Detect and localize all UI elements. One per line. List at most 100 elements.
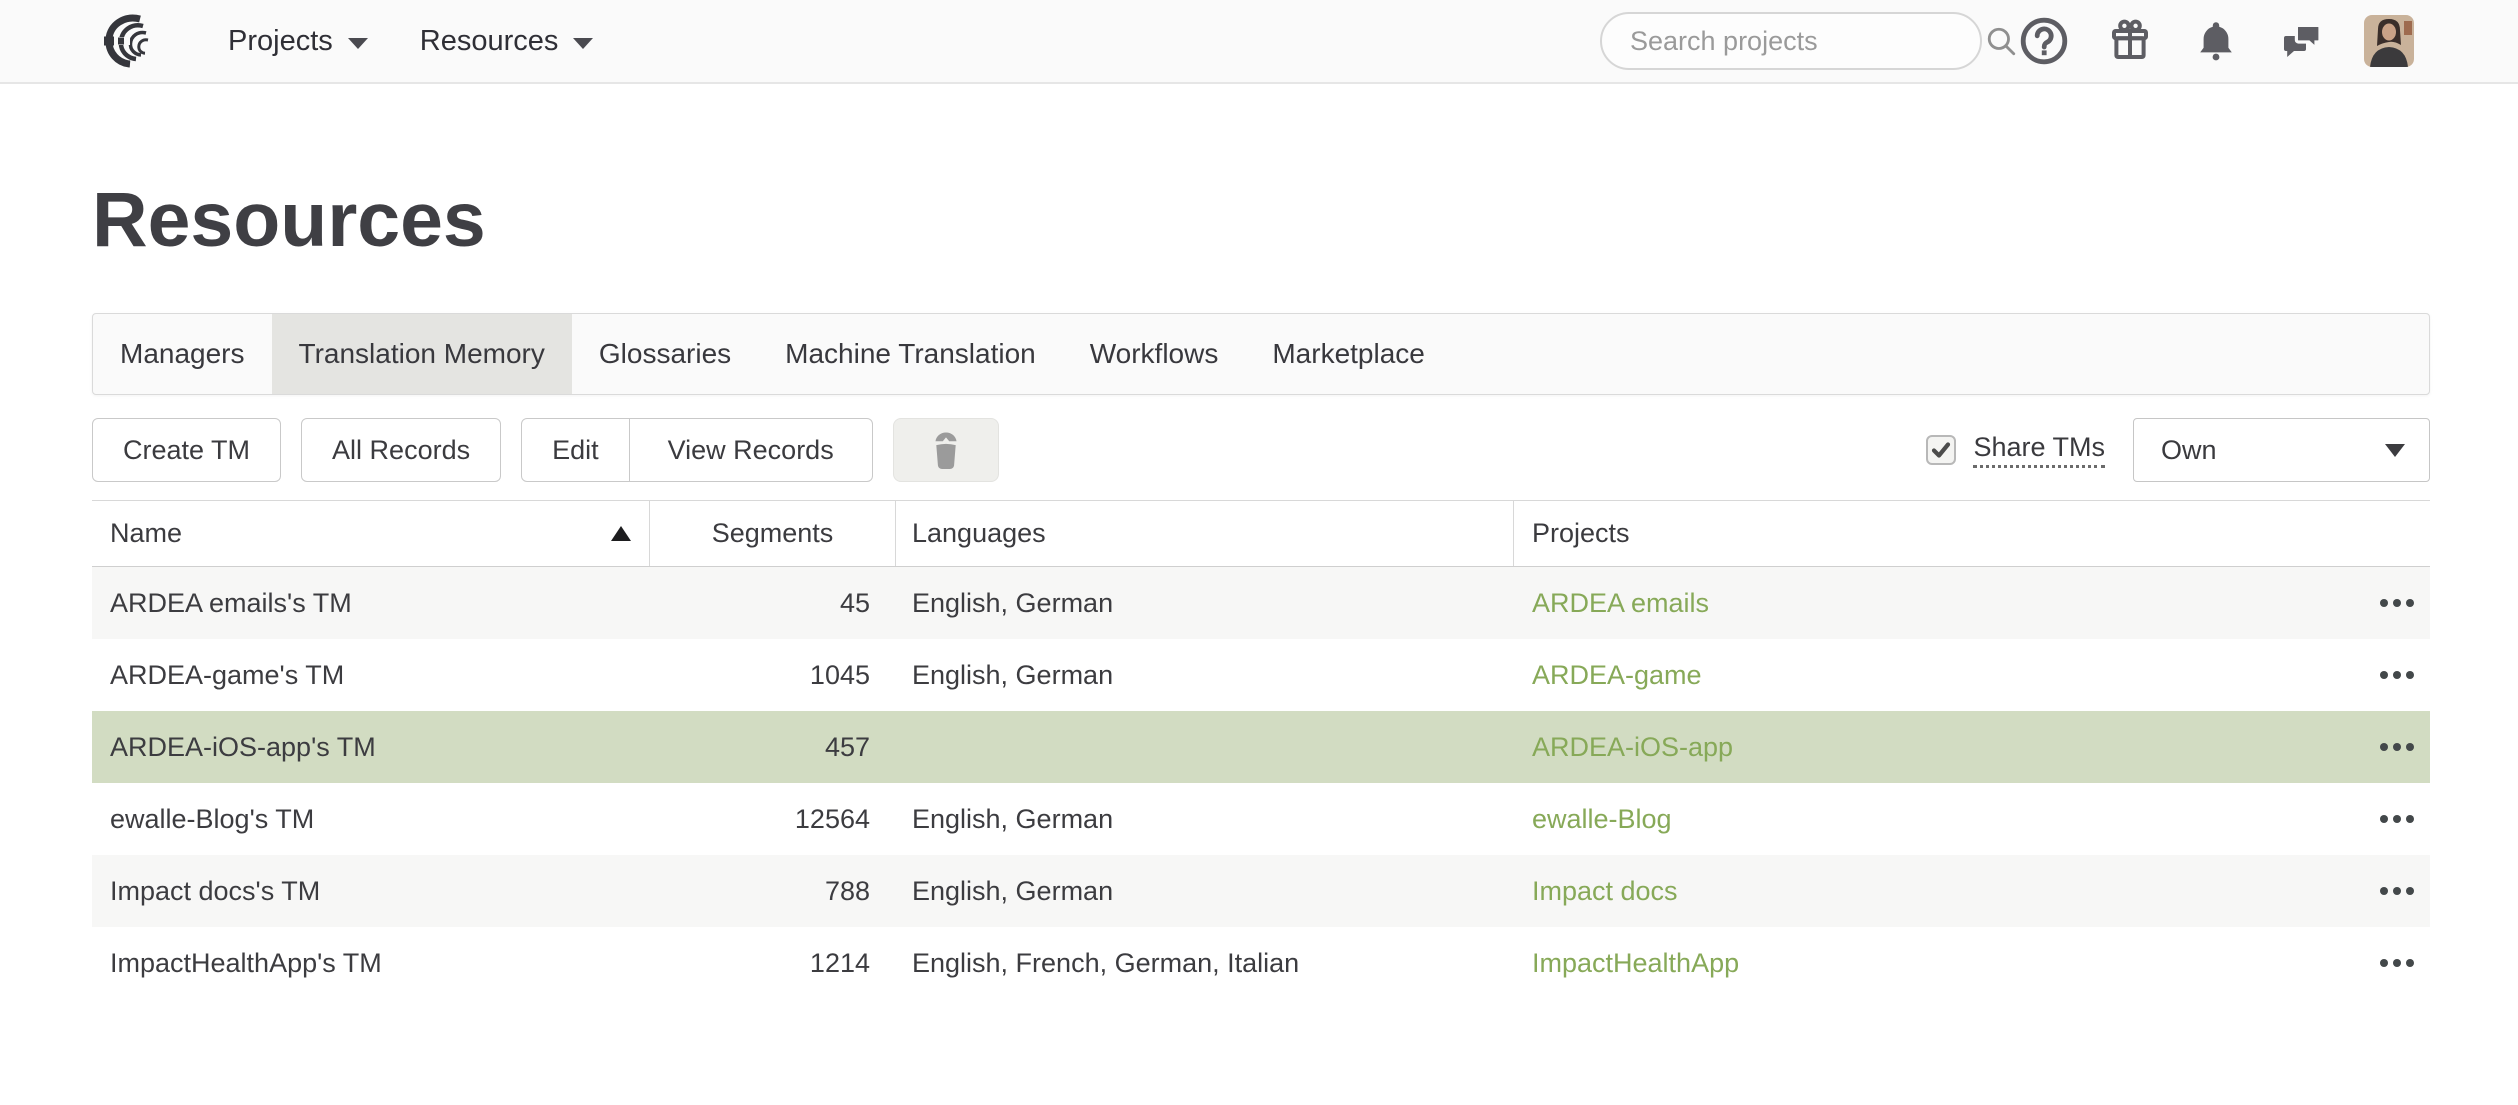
tm-languages: English, German [896, 855, 1514, 927]
help-button[interactable] [2020, 17, 2068, 65]
tm-languages: English, German [896, 783, 1514, 855]
chat-icon [2278, 17, 2326, 65]
tm-languages: English, German [896, 639, 1514, 711]
tab-managers[interactable]: Managers [93, 314, 272, 394]
row-actions-button[interactable] [2380, 949, 2414, 977]
gift-button[interactable] [2106, 17, 2154, 65]
tm-name: Impact docs's TM [92, 855, 650, 927]
create-tm-button[interactable]: Create TM [92, 418, 281, 482]
delete-tm-button[interactable] [893, 418, 999, 482]
row-actions-cell [2360, 711, 2430, 783]
all-records-button[interactable]: All Records [301, 418, 501, 482]
tm-name: ARDEA-game's TM [92, 639, 650, 711]
tab-marketplace[interactable]: Marketplace [1245, 314, 1452, 394]
app-logo-icon[interactable] [96, 11, 162, 71]
top-navigation-bar: Projects Resources [0, 0, 2518, 84]
search-projects-input[interactable] [1630, 26, 1984, 57]
avatar-photo [2364, 15, 2414, 67]
sort-ascending-icon [611, 526, 631, 541]
project-link[interactable]: ewalle-Blog [1532, 804, 1672, 835]
user-avatar[interactable] [2364, 15, 2414, 67]
tm-project-cell: ARDEA-iOS-app [1514, 711, 2360, 783]
tm-name: ewalle-Blog's TM [92, 783, 650, 855]
column-header-languages[interactable]: Languages [896, 501, 1514, 566]
edit-button[interactable]: Edit [521, 418, 630, 482]
tab-glossaries[interactable]: Glossaries [572, 314, 758, 394]
table-row[interactable]: ImpactHealthApp's TM 1214 English, Frenc… [92, 927, 2430, 999]
project-link[interactable]: ARDEA-iOS-app [1532, 732, 1733, 763]
tm-segments: 457 [650, 711, 896, 783]
row-actions-cell [2360, 783, 2430, 855]
row-actions-button[interactable] [2380, 733, 2414, 761]
toolbar-right-cluster: Share TMs Own [1926, 418, 2430, 482]
search-icon [1984, 24, 2018, 58]
nav-projects-label: Projects [228, 25, 333, 58]
tm-project-cell: ARDEA-game [1514, 639, 2360, 711]
checkmark-icon [1929, 438, 1953, 462]
resources-tab-bar: Managers Translation Memory Glossaries M… [92, 313, 2430, 395]
column-header-segments[interactable]: Segments [650, 501, 896, 566]
chevron-down-icon [2385, 444, 2405, 457]
nav-resources-label: Resources [420, 25, 559, 58]
project-link[interactable]: ARDEA-game [1532, 660, 1702, 691]
row-actions-button[interactable] [2380, 877, 2414, 905]
tm-project-cell: ARDEA emails [1514, 567, 2360, 639]
column-header-projects[interactable]: Projects [1514, 501, 2430, 566]
share-tms-checkbox[interactable] [1926, 435, 1956, 465]
view-records-button[interactable]: View Records [629, 418, 873, 482]
trash-icon [926, 429, 966, 471]
column-header-name[interactable]: Name [92, 501, 650, 566]
project-link[interactable]: Impact docs [1532, 876, 1678, 907]
table-row[interactable]: ARDEA-game's TM 1045 English, German ARD… [92, 639, 2430, 711]
tm-toolbar: Create TM All Records Edit View Records … [92, 418, 2430, 482]
tm-languages: English, French, German, Italian [896, 927, 1514, 999]
tm-scope-select[interactable]: Own [2133, 418, 2430, 482]
tab-machine-translation[interactable]: Machine Translation [758, 314, 1063, 394]
row-actions-cell [2360, 567, 2430, 639]
row-actions-cell [2360, 927, 2430, 999]
row-actions-cell [2360, 639, 2430, 711]
tm-languages [896, 711, 1514, 783]
table-row[interactable]: ARDEA emails's TM 45 English, German ARD… [92, 567, 2430, 639]
records-button-group: Edit View Records [521, 418, 873, 482]
row-actions-cell [2360, 855, 2430, 927]
tm-segments: 1045 [650, 639, 896, 711]
chevron-down-icon [573, 38, 593, 49]
table-row[interactable]: Impact docs's TM 788 English, German Imp… [92, 855, 2430, 927]
notifications-button[interactable] [2192, 17, 2240, 65]
help-icon [2020, 17, 2068, 65]
tm-segments: 12564 [650, 783, 896, 855]
tm-name: ImpactHealthApp's TM [92, 927, 650, 999]
tab-workflows[interactable]: Workflows [1063, 314, 1246, 394]
tm-segments: 45 [650, 567, 896, 639]
tm-table: Name Segments Languages Projects ARDEA e… [92, 500, 2430, 999]
table-row-selected[interactable]: ARDEA-iOS-app's TM 457 ARDEA-iOS-app [92, 711, 2430, 783]
tm-segments: 788 [650, 855, 896, 927]
tm-project-cell: ewalle-Blog [1514, 783, 2360, 855]
tm-segments: 1214 [650, 927, 896, 999]
row-actions-button[interactable] [2380, 805, 2414, 833]
row-actions-button[interactable] [2380, 661, 2414, 689]
chat-button[interactable] [2278, 17, 2326, 65]
nav-projects-menu[interactable]: Projects [228, 25, 368, 58]
row-actions-button[interactable] [2380, 589, 2414, 617]
tm-project-cell: ImpactHealthApp [1514, 927, 2360, 999]
tm-project-cell: Impact docs [1514, 855, 2360, 927]
share-tms-label[interactable]: Share TMs [1973, 432, 2105, 468]
nav-resources-menu[interactable]: Resources [420, 25, 594, 58]
tm-table-header: Name Segments Languages Projects [92, 500, 2430, 567]
search-projects-box[interactable] [1600, 12, 1982, 70]
project-link[interactable]: ARDEA emails [1532, 588, 1709, 619]
topbar-right-cluster [1600, 12, 2414, 70]
page-title: Resources [92, 182, 2430, 259]
gift-icon [2106, 17, 2154, 65]
tm-languages: English, German [896, 567, 1514, 639]
tm-scope-value: Own [2161, 435, 2217, 466]
tab-translation-memory[interactable]: Translation Memory [272, 314, 572, 394]
tm-name: ARDEA-iOS-app's TM [92, 711, 650, 783]
table-row[interactable]: ewalle-Blog's TM 12564 English, German e… [92, 783, 2430, 855]
project-link[interactable]: ImpactHealthApp [1532, 948, 1739, 979]
tm-name: ARDEA emails's TM [92, 567, 650, 639]
chevron-down-icon [348, 38, 368, 49]
bell-icon [2192, 17, 2240, 65]
